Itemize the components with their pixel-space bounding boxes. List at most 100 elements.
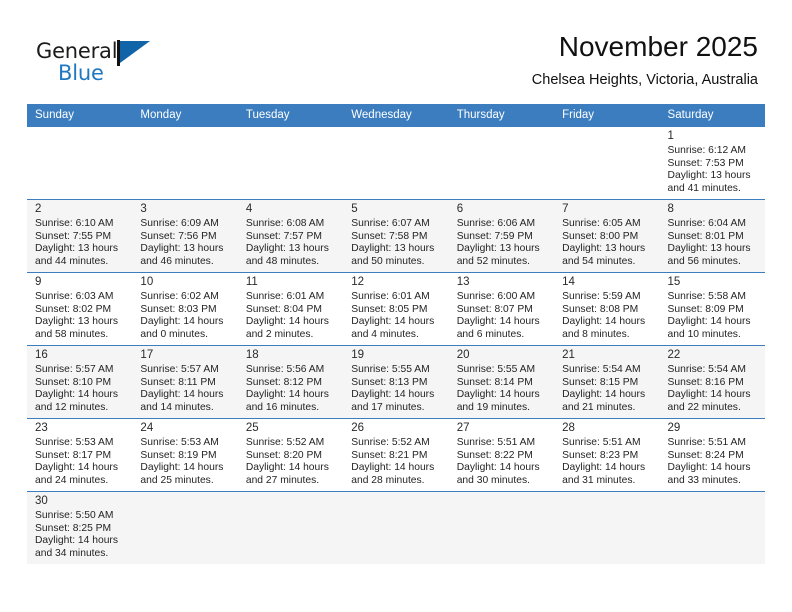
page-subtitle: Chelsea Heights, Victoria, Australia [531, 72, 758, 88]
sunrise-text: Sunrise: 5:50 AM [35, 510, 114, 521]
daylight-text-line1: Daylight: 14 hours [351, 462, 435, 474]
sunset-text: Sunset: 8:15 PM [562, 376, 639, 388]
calendar-cell[interactable] [132, 491, 238, 564]
calendar-cell[interactable] [237, 126, 344, 200]
sunrise-text: Sunrise: 5:51 AM [456, 437, 536, 448]
sunset-text: Sunset: 8:08 PM [562, 303, 639, 315]
sunrise-text: Sunrise: 6:05 AM [562, 218, 641, 229]
calendar-cell[interactable]: 9 Sunrise: 6:03 AM Sunset: 8:02 PM Daylight… [27, 272, 133, 346]
calendar-cell[interactable]: 28 Sunrise: 5:51 AM Sunset: 8:23 PM Dayligh… [554, 418, 660, 492]
calendar-cell[interactable]: 16 Sunrise: 5:57 AM Sunset: 8:10 PM Dayligh… [27, 345, 133, 419]
calendar-cell[interactable]: 14 Sunrise: 5:59 AM Sunset: 8:08 PM Dayligh… [554, 272, 660, 346]
calendar-cell[interactable]: 10 Sunrise: 6:02 AM Sunset: 8:03 PM Dayligh… [132, 272, 238, 346]
sunrise-text: Sunrise: 6:10 AM [35, 218, 114, 229]
calendar-cell[interactable]: 3 Sunrise: 6:09 AM Sunset: 7:56 PM Daylight… [132, 199, 238, 273]
day-number: 29 [667, 422, 681, 434]
day-number: 8 [667, 203, 674, 215]
calendar-cell[interactable]: 6 Sunrise: 6:06 AM Sunset: 7:59 PM Daylight… [448, 199, 555, 273]
day-number [457, 129, 548, 131]
day-number: 22 [667, 349, 681, 361]
calendar-cell[interactable]: 22 Sunrise: 5:54 AM Sunset: 8:16 PM Dayligh… [659, 345, 765, 419]
daylight-text-line2: and 17 minutes. [351, 401, 425, 413]
calendar-cell[interactable]: 27 Sunrise: 5:51 AM Sunset: 8:22 PM Dayligh… [448, 418, 555, 492]
calendar-cell[interactable]: 15 Sunrise: 5:58 AM Sunset: 8:09 PM Dayligh… [659, 272, 765, 346]
daylight-text-line2: and 25 minutes. [140, 474, 214, 486]
calendar-week-row: 23 Sunrise: 5:53 AM Sunset: 8:17 PM Dayligh… [27, 418, 765, 492]
daylight-text-line1: Daylight: 14 hours [35, 389, 118, 401]
daylight-text-line2: and 12 minutes. [35, 401, 109, 413]
calendar-cell[interactable]: 8 Sunrise: 6:04 AM Sunset: 8:01 PM Daylight… [659, 199, 765, 273]
title-block: November 2025 Chelsea Heights, Victoria,… [532, 30, 758, 89]
calendar-cell[interactable] [132, 126, 238, 200]
sunset-text: Sunset: 7:53 PM [667, 157, 744, 169]
calendar-cell[interactable] [554, 491, 660, 564]
sunrise-text: Sunrise: 5:56 AM [245, 364, 325, 375]
calendar-cell[interactable] [343, 491, 449, 564]
sunset-text: Sunset: 8:14 PM [456, 376, 533, 388]
sunrise-text: Sunrise: 6:07 AM [351, 218, 430, 229]
sunset-text: Sunset: 7:57 PM [245, 230, 322, 242]
logo-text-blue: Blue [58, 61, 104, 85]
daylight-text-line1: Daylight: 13 hours [140, 243, 224, 255]
calendar-cell[interactable]: 5 Sunrise: 6:07 AM Sunset: 7:58 PM Daylight… [343, 199, 449, 273]
daylight-text-line1: Daylight: 14 hours [140, 389, 224, 401]
calendar-cell[interactable] [343, 126, 449, 200]
sunrise-text: Sunrise: 5:55 AM [351, 364, 430, 375]
sunset-text: Sunset: 8:11 PM [140, 376, 216, 388]
sunset-text: Sunset: 8:25 PM [35, 522, 112, 534]
calendar-cell[interactable]: 23 Sunrise: 5:53 AM Sunset: 8:17 PM Dayligh… [27, 418, 133, 492]
weekday-header-sunday: Sunday [27, 104, 133, 127]
day-number: 3 [140, 203, 147, 215]
daylight-text-line2: and 19 minutes. [456, 401, 530, 413]
day-number: 27 [456, 422, 470, 434]
daylight-text-line2: and 24 minutes. [35, 474, 109, 486]
daylight-text-line2: and 16 minutes. [245, 401, 320, 413]
weekday-header-row: Sunday Monday Tuesday Wednesday Thursday… [27, 104, 765, 127]
calendar-cell[interactable]: 30 Sunrise: 5:50 AM Sunset: 8:25 PM Dayligh… [27, 491, 133, 564]
calendar-cell[interactable]: 11 Sunrise: 6:01 AM Sunset: 8:04 PM Dayligh… [237, 272, 344, 346]
day-number: 4 [245, 203, 253, 215]
calendar-cell[interactable]: 20 Sunrise: 5:55 AM Sunset: 8:14 PM Dayligh… [448, 345, 555, 419]
calendar-cell[interactable]: 2 Sunrise: 6:10 AM Sunset: 7:55 PM Daylight… [27, 199, 133, 273]
calendar-cell[interactable]: 25 Sunrise: 5:52 AM Sunset: 8:20 PM Dayligh… [237, 418, 344, 492]
daylight-text-line1: Daylight: 14 hours [245, 462, 329, 474]
day-number [351, 494, 442, 496]
daylight-text-line2: and 28 minutes. [351, 474, 425, 486]
calendar-cell[interactable]: 29 Sunrise: 5:51 AM Sunset: 8:24 PM Dayligh… [659, 418, 765, 492]
sunrise-text: Sunrise: 6:08 AM [245, 218, 325, 229]
daylight-text-line1: Daylight: 13 hours [35, 316, 118, 328]
day-number [351, 129, 442, 131]
calendar-cell[interactable]: 26 Sunrise: 5:52 AM Sunset: 8:21 PM Dayligh… [343, 418, 449, 492]
weekday-header-saturday: Saturday [659, 104, 765, 127]
calendar-cell[interactable] [237, 491, 344, 564]
sunset-text: Sunset: 8:17 PM [35, 449, 112, 461]
calendar-cell[interactable]: 7 Sunrise: 6:05 AM Sunset: 8:00 PM Daylight… [554, 199, 660, 273]
calendar-cell[interactable]: 1 Sunrise: 6:12 AM Sunset: 7:53 PM Daylight… [659, 126, 765, 200]
daylight-text-line2: and 30 minutes. [456, 474, 530, 486]
calendar-cell[interactable]: 21 Sunrise: 5:54 AM Sunset: 8:15 PM Dayligh… [554, 345, 660, 419]
calendar-cell[interactable]: 4 Sunrise: 6:08 AM Sunset: 7:57 PM Daylight… [237, 199, 344, 273]
calendar-cell[interactable]: 12 Sunrise: 6:01 AM Sunset: 8:05 PM Dayligh… [343, 272, 449, 346]
day-number: 16 [35, 349, 48, 361]
calendar-cell[interactable] [448, 126, 555, 200]
sunset-text: Sunset: 8:21 PM [351, 449, 428, 461]
calendar-cell[interactable]: 24 Sunrise: 5:53 AM Sunset: 8:19 PM Dayligh… [132, 418, 238, 492]
calendar-cell[interactable]: 18 Sunrise: 5:56 AM Sunset: 8:12 PM Dayligh… [237, 345, 344, 419]
calendar-cell[interactable] [554, 126, 660, 200]
day-number [140, 129, 231, 131]
daylight-text-line1: Daylight: 13 hours [667, 243, 751, 255]
calendar-cell[interactable] [448, 491, 555, 564]
calendar-cell[interactable] [27, 126, 133, 200]
calendar-cell[interactable]: 19 Sunrise: 5:55 AM Sunset: 8:13 PM Dayligh… [343, 345, 449, 419]
general-blue-logo[interactable]: General Blue [36, 38, 176, 90]
sunrise-text: Sunrise: 5:52 AM [351, 437, 430, 448]
calendar-cell[interactable]: 17 Sunrise: 5:57 AM Sunset: 8:11 PM Dayligh… [132, 345, 238, 419]
sunrise-text: Sunrise: 6:03 AM [35, 291, 114, 302]
daylight-text-line2: and 52 minutes. [456, 255, 530, 267]
sunset-text: Sunset: 8:03 PM [140, 303, 217, 315]
calendar-cell[interactable]: 13 Sunrise: 6:00 AM Sunset: 8:07 PM Dayligh… [448, 272, 555, 346]
daylight-text-line2: and 50 minutes. [351, 255, 425, 267]
sunrise-text: Sunrise: 6:01 AM [245, 291, 325, 302]
daylight-text-line1: Daylight: 14 hours [667, 316, 751, 328]
calendar-cell[interactable] [659, 491, 765, 564]
